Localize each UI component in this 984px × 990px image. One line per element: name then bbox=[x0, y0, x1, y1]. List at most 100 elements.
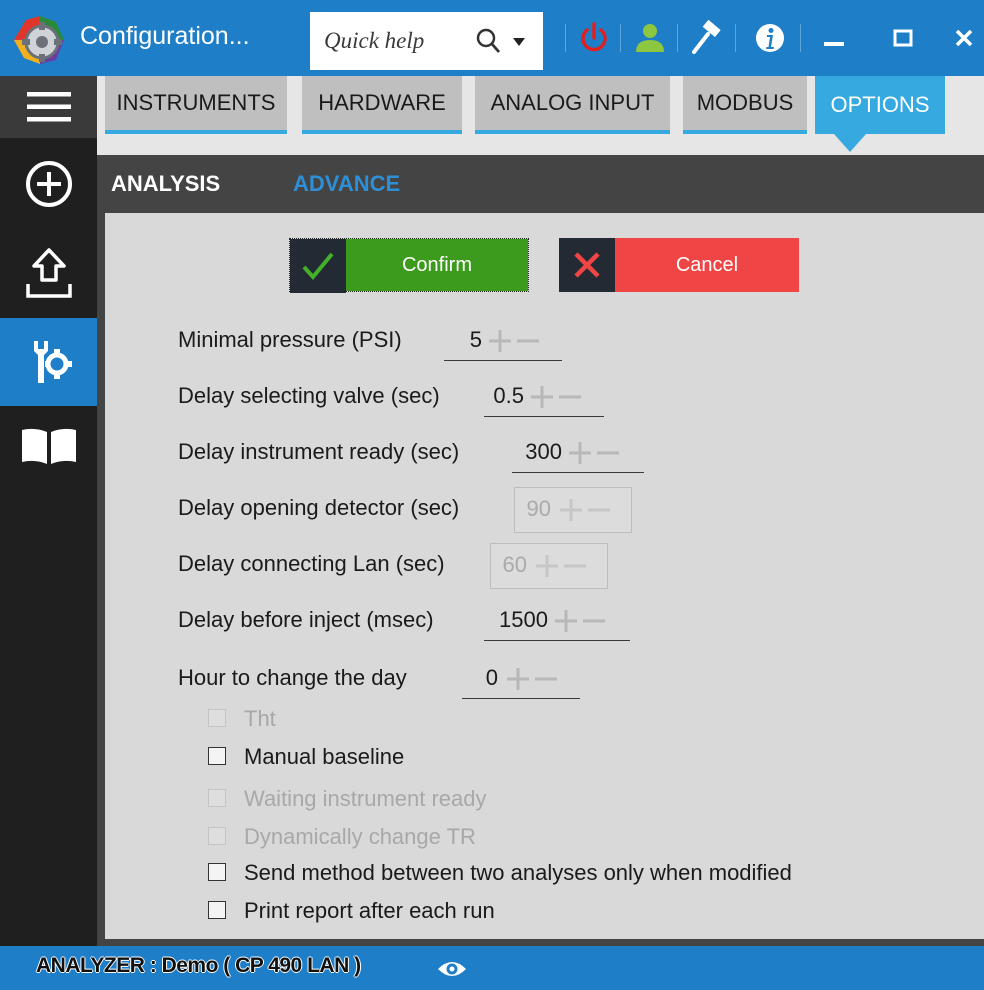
subtab-advance[interactable]: ADVANCE bbox=[293, 171, 400, 197]
active-tab-pointer bbox=[834, 134, 866, 152]
status-bar: ANALYZER : Demo ( CP 490 LAN ) bbox=[0, 946, 984, 990]
sidebar-item-upload[interactable] bbox=[0, 234, 97, 314]
plus-icon bbox=[560, 499, 582, 521]
setting-label: Delay instrument ready (sec) bbox=[178, 439, 460, 464]
analyzer-status: ANALYZER : Demo ( CP 490 LAN ) bbox=[36, 954, 361, 977]
checkbox-label[interactable]: Send method between two analyses only wh… bbox=[244, 860, 792, 886]
hamburger-menu-icon bbox=[26, 92, 71, 122]
minus-icon[interactable] bbox=[582, 609, 606, 633]
delay-selecting-valve-stepper[interactable]: 0.5 bbox=[484, 377, 604, 417]
search-icon[interactable] bbox=[475, 27, 501, 55]
minus-icon[interactable] bbox=[596, 441, 620, 465]
tab-options[interactable]: OPTIONS bbox=[815, 76, 945, 134]
quick-help-box[interactable]: Quick help bbox=[310, 12, 543, 70]
check-icon bbox=[302, 252, 334, 281]
options-panel: Confirm Cancel Minimal pressure (PSI) 5 … bbox=[97, 213, 984, 946]
plus-icon[interactable] bbox=[506, 667, 530, 691]
stepper-value: 60 bbox=[502, 552, 527, 577]
book-icon bbox=[21, 428, 76, 464]
setting-label: Delay opening detector (sec) bbox=[178, 495, 460, 520]
stepper-value[interactable]: 0.5 bbox=[486, 383, 524, 409]
config-wrench-gear-icon bbox=[33, 341, 72, 383]
subtab-analysis[interactable]: ANALYSIS bbox=[111, 171, 220, 197]
sidebar-item-documentation[interactable] bbox=[0, 406, 97, 486]
maximize-icon[interactable] bbox=[888, 20, 918, 56]
separator bbox=[800, 24, 801, 52]
separator bbox=[735, 24, 736, 52]
setting-label: Delay before inject (msec) bbox=[178, 607, 434, 632]
title-bar: Configuration... Quick help bbox=[0, 0, 984, 76]
setting-label: Delay connecting Lan (sec) bbox=[178, 551, 445, 576]
minus-icon[interactable] bbox=[516, 329, 540, 353]
checkbox-box bbox=[208, 709, 226, 727]
hour-change-day-stepper[interactable]: 0 bbox=[462, 659, 580, 699]
add-circle-icon bbox=[25, 161, 72, 207]
checkbox-label[interactable]: Manual baseline bbox=[244, 744, 404, 770]
tab-hardware[interactable]: HARDWARE bbox=[302, 76, 462, 134]
confirm-button[interactable]: Confirm bbox=[289, 238, 529, 293]
sidebar-item-configuration[interactable] bbox=[0, 318, 97, 406]
minus-icon[interactable] bbox=[558, 385, 582, 409]
checkbox-label[interactable]: Print report after each run bbox=[244, 898, 495, 924]
sidebar-item-add[interactable] bbox=[0, 144, 97, 224]
tab-strip: INSTRUMENTS HARDWARE ANALOG INPUT MODBUS… bbox=[97, 76, 984, 155]
cancel-button[interactable]: Cancel bbox=[559, 238, 799, 292]
checkbox-label: Tht bbox=[244, 706, 276, 731]
app-gear-icon bbox=[14, 16, 64, 64]
stepper-value[interactable]: 0 bbox=[464, 665, 498, 691]
stepper-value[interactable]: 5 bbox=[448, 327, 482, 353]
minus-icon bbox=[564, 564, 586, 568]
tab-analog-input[interactable]: ANALOG INPUT bbox=[475, 76, 670, 134]
delay-instrument-ready-stepper[interactable]: 300 bbox=[512, 433, 644, 473]
close-x-icon bbox=[574, 252, 600, 278]
checkbox-box[interactable] bbox=[208, 747, 226, 765]
cancel-label: Cancel bbox=[615, 238, 799, 292]
setting-label: Hour to change the day bbox=[178, 665, 407, 690]
delay-opening-detector-stepper: 90 bbox=[514, 487, 632, 533]
upload-icon bbox=[25, 248, 72, 298]
stepper-value: 90 bbox=[526, 496, 551, 521]
close-icon[interactable] bbox=[950, 20, 980, 56]
checkbox-label: Dynamically change TR bbox=[244, 824, 476, 849]
checkbox-box bbox=[208, 827, 226, 845]
window-title: Configuration... bbox=[80, 22, 250, 50]
plus-icon[interactable] bbox=[554, 609, 578, 633]
confirm-label: Confirm bbox=[346, 239, 528, 291]
tab-instruments[interactable]: INSTRUMENTS bbox=[105, 76, 287, 134]
checkbox-box[interactable] bbox=[208, 901, 226, 919]
user-icon[interactable] bbox=[632, 20, 668, 56]
hammer-icon[interactable] bbox=[688, 20, 724, 56]
setting-label: Delay selecting valve (sec) bbox=[178, 383, 440, 408]
stepper-value[interactable]: 300 bbox=[514, 439, 562, 465]
plus-icon[interactable] bbox=[530, 385, 554, 409]
separator bbox=[565, 24, 566, 52]
plus-icon bbox=[536, 555, 558, 577]
info-icon[interactable] bbox=[752, 20, 788, 56]
eye-icon[interactable] bbox=[437, 959, 467, 979]
checkbox-box bbox=[208, 789, 226, 807]
caret-down-icon[interactable] bbox=[513, 38, 525, 46]
menu-button[interactable] bbox=[0, 76, 97, 138]
setting-label: Minimal pressure (PSI) bbox=[178, 327, 402, 352]
tab-modbus[interactable]: MODBUS bbox=[683, 76, 807, 134]
stepper-value[interactable]: 1500 bbox=[486, 607, 548, 633]
minimize-icon[interactable] bbox=[820, 20, 850, 56]
x-icon-box bbox=[559, 238, 615, 292]
power-icon[interactable] bbox=[576, 20, 612, 56]
delay-before-inject-stepper[interactable]: 1500 bbox=[484, 601, 630, 641]
delay-connecting-lan-stepper: 60 bbox=[490, 543, 608, 589]
separator bbox=[677, 24, 678, 52]
subtab-strip: ANALYSIS ADVANCE bbox=[97, 155, 984, 213]
plus-icon[interactable] bbox=[568, 441, 592, 465]
checkbox-box[interactable] bbox=[208, 863, 226, 881]
plus-icon[interactable] bbox=[488, 329, 512, 353]
minimal-pressure-stepper[interactable]: 5 bbox=[444, 321, 562, 361]
sidebar bbox=[0, 76, 97, 946]
check-icon-box bbox=[290, 239, 346, 293]
checkbox-label: Waiting instrument ready bbox=[244, 786, 487, 811]
minus-icon bbox=[588, 508, 610, 512]
separator bbox=[620, 24, 621, 52]
quick-help-label: Quick help bbox=[324, 28, 425, 53]
analysis-form: Confirm Cancel Minimal pressure (PSI) 5 … bbox=[105, 213, 984, 939]
minus-icon[interactable] bbox=[534, 667, 558, 691]
